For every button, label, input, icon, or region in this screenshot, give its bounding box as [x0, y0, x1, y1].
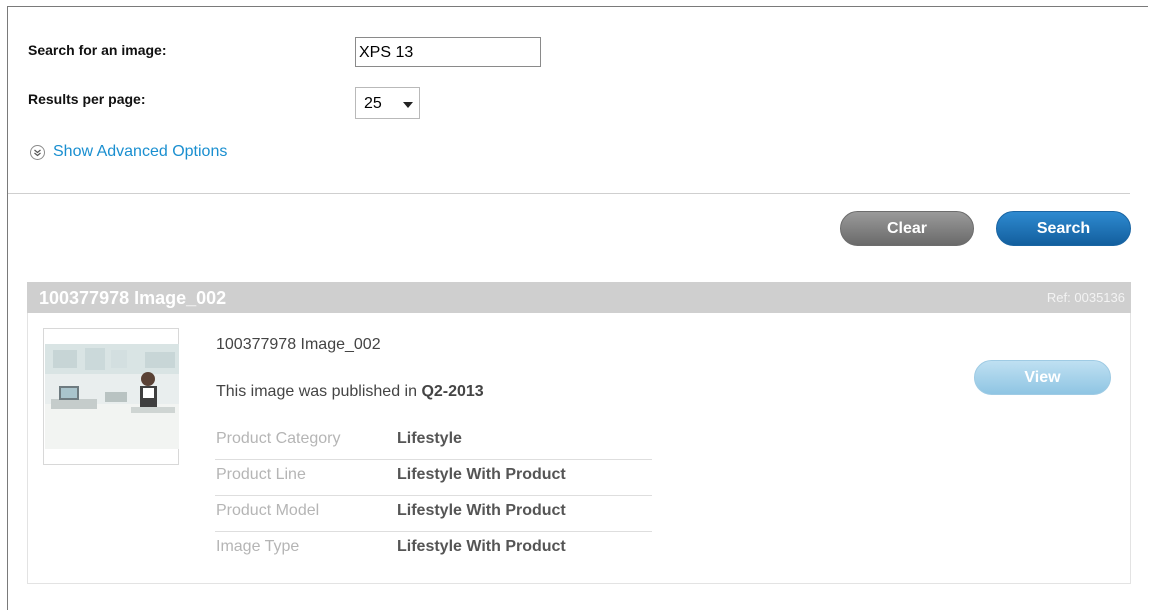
show-advanced-options[interactable]: Show Advanced Options [30, 141, 227, 163]
published-prefix: This image was published in [216, 383, 422, 400]
attribute-row: Product Line Lifestyle With Product [215, 459, 652, 496]
expand-circle-icon [30, 144, 45, 160]
attribute-value: Lifestyle [397, 430, 462, 447]
attribute-row: Product Model Lifestyle With Product [215, 495, 652, 532]
result-thumbnail[interactable] [43, 328, 179, 465]
result-header-title: 100377978 Image_002 [39, 288, 227, 308]
attribute-value: Lifestyle With Product [397, 502, 566, 519]
clear-button[interactable]: Clear [840, 211, 974, 246]
results-per-page-select[interactable]: 25 [355, 87, 420, 119]
attribute-value: Lifestyle With Product [397, 466, 566, 483]
view-button[interactable]: View [974, 360, 1111, 395]
attribute-value: Lifestyle With Product [397, 538, 566, 555]
published-info: This image was published in Q2-2013 [216, 383, 484, 401]
attribute-key: Product Line [216, 466, 306, 483]
search-input[interactable]: XPS 13 [355, 37, 541, 67]
result-title: 100377978 Image_002 [216, 336, 381, 353]
chevron-down-icon [403, 102, 413, 108]
result-ref: Ref: 0035136 [1046, 290, 1125, 305]
results-per-page-value: 25 [364, 95, 382, 112]
attribute-key: Product Category [216, 430, 341, 447]
show-advanced-options-link[interactable]: Show Advanced Options [53, 143, 227, 161]
attribute-row: Image Type Lifestyle With Product [215, 531, 652, 567]
office-photo-image [45, 344, 179, 449]
divider [8, 193, 1130, 194]
search-button[interactable]: Search [996, 211, 1131, 246]
result-header: 100377978 Image_002 Ref: 0035136 [27, 282, 1131, 313]
attribute-key: Image Type [216, 538, 300, 555]
published-quarter: Q2-2013 [421, 383, 484, 400]
search-label: Search for an image: [28, 42, 167, 58]
attribute-key: Product Model [216, 502, 320, 519]
attribute-row: Product Category Lifestyle [215, 423, 652, 460]
results-per-page-label: Results per page: [28, 91, 146, 107]
